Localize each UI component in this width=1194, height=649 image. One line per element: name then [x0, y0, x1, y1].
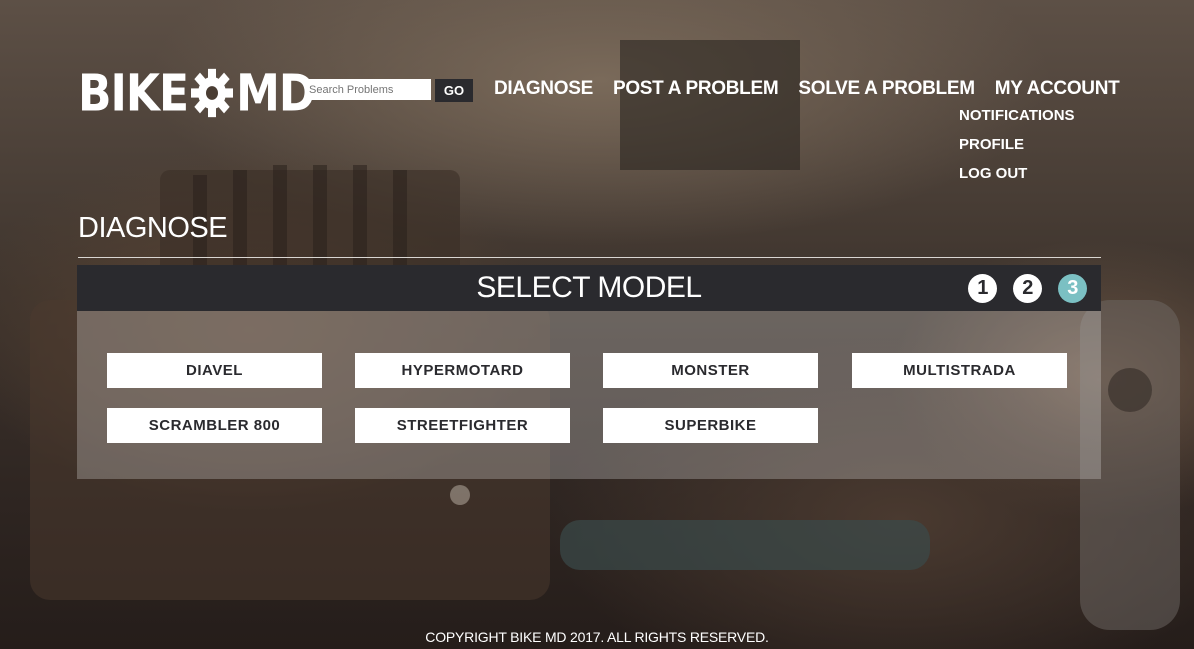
nav-solve-problem[interactable]: SOLVE A PROBLEM [798, 78, 975, 100]
menu-log-out[interactable]: LOG OUT [959, 165, 1075, 194]
panel-header: SELECT MODEL 1 2 3 [77, 265, 1101, 311]
model-button-multistrada[interactable]: MULTISTRADA [852, 353, 1067, 388]
model-select-panel: SELECT MODEL 1 2 3 DIAVEL HYPERMOTARD MO… [77, 265, 1101, 479]
step-1[interactable]: 1 [968, 274, 997, 303]
model-button-streetfighter[interactable]: STREETFIGHTER [355, 408, 570, 443]
title-divider [78, 257, 1101, 258]
nav-my-account[interactable]: MY ACCOUNT [995, 78, 1120, 100]
search-bar: GO [305, 79, 473, 102]
panel-title: SELECT MODEL [476, 271, 702, 304]
model-button-hypermotard[interactable]: HYPERMOTARD [355, 353, 570, 388]
page-title: DIAGNOSE [78, 212, 228, 244]
model-button-superbike[interactable]: SUPERBIKE [603, 408, 818, 443]
step-indicator: 1 2 3 [952, 274, 1087, 303]
model-button-monster[interactable]: MONSTER [603, 353, 818, 388]
search-go-button[interactable]: GO [435, 79, 473, 102]
logo-text-bike: BIKE [78, 63, 189, 123]
account-menu: NOTIFICATIONS PROFILE LOG OUT [959, 107, 1075, 194]
model-button-scrambler-800[interactable]: SCRAMBLER 800 [107, 408, 322, 443]
step-3[interactable]: 3 [1058, 274, 1087, 303]
gear-icon [191, 68, 234, 118]
main-nav: DIAGNOSE POST A PROBLEM SOLVE A PROBLEM … [494, 78, 1139, 100]
footer-copyright: COPYRIGHT BIKE MD 2017. ALL RIGHTS RESER… [425, 629, 769, 645]
model-button-diavel[interactable]: DIAVEL [107, 353, 322, 388]
bikemd-logo[interactable]: BIKE MD [78, 62, 315, 124]
nav-post-problem[interactable]: POST A PROBLEM [613, 78, 779, 100]
step-2[interactable]: 2 [1013, 274, 1042, 303]
search-input[interactable] [305, 79, 431, 100]
menu-notifications[interactable]: NOTIFICATIONS [959, 107, 1075, 136]
model-grid: DIAVEL HYPERMOTARD MONSTER MULTISTRADA S… [77, 311, 1101, 479]
nav-diagnose[interactable]: DIAGNOSE [494, 78, 593, 100]
logo-text-md: MD [236, 63, 315, 123]
menu-profile[interactable]: PROFILE [959, 136, 1075, 165]
